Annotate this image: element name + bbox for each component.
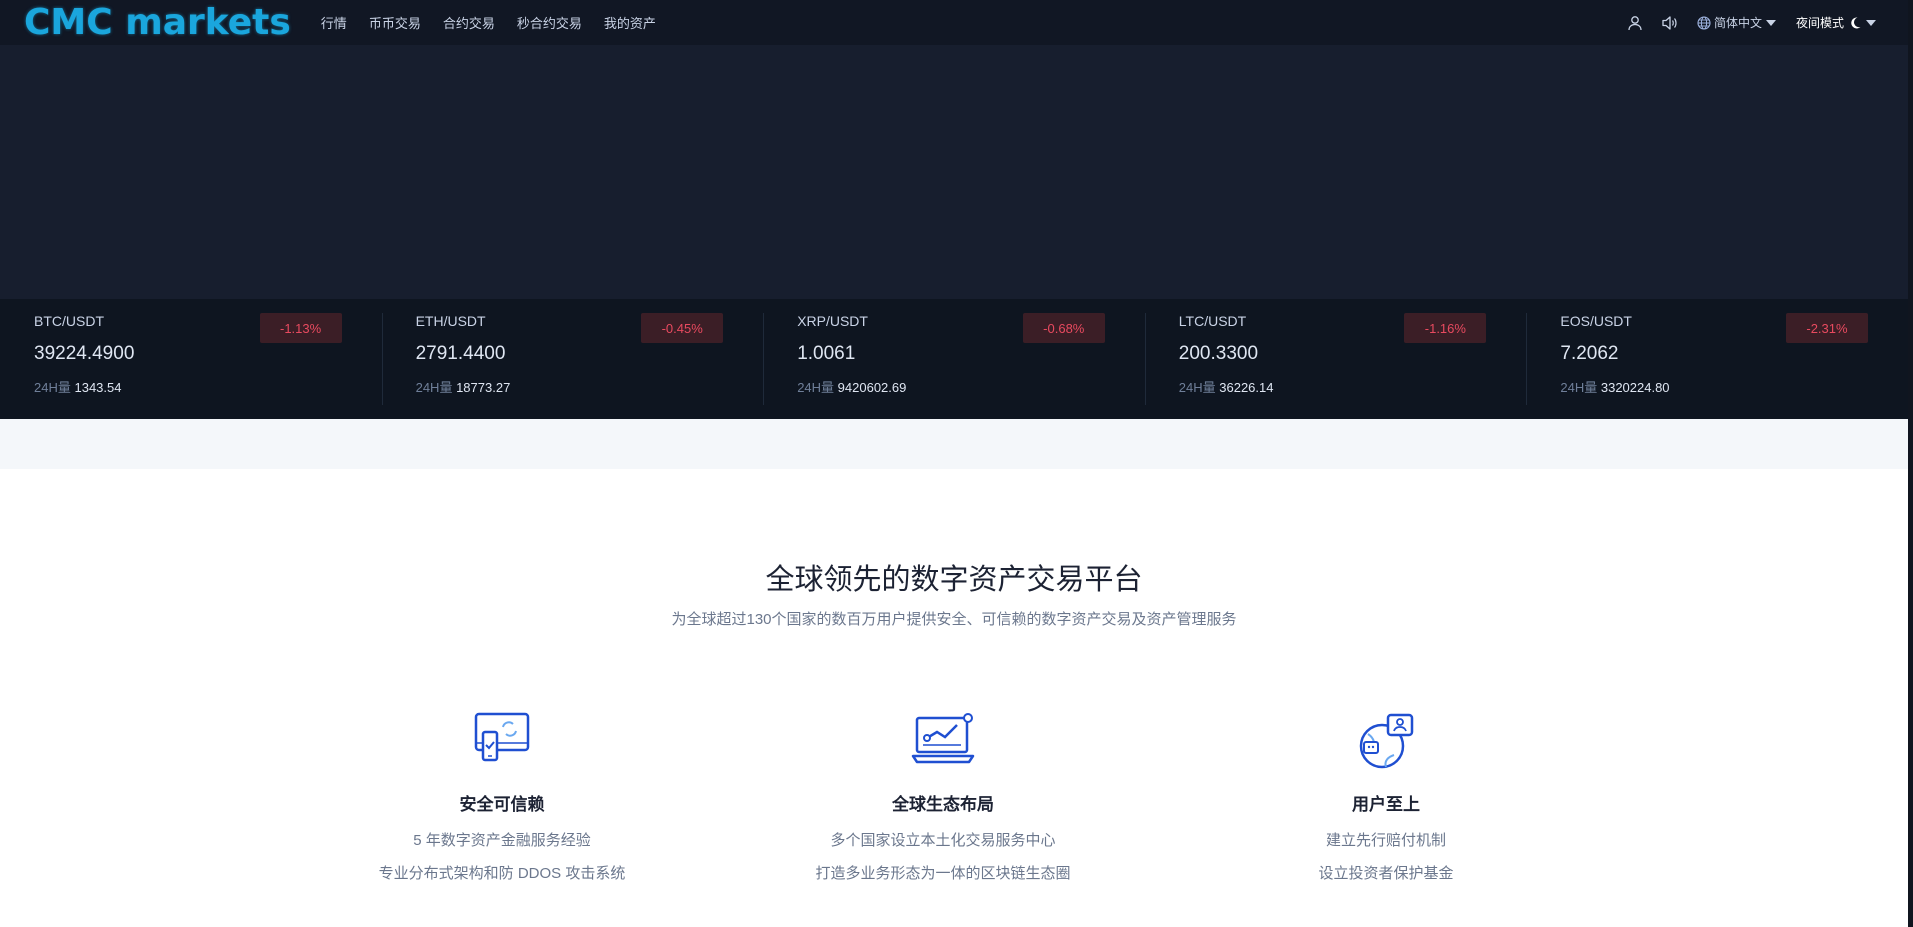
ticker-volume: 24H量 18773.27: [416, 377, 764, 396]
user-support-icon: [1206, 712, 1566, 770]
feature-line: 打造多业务形态为一体的区块链生态圈: [815, 865, 1071, 882]
night-mode-toggle[interactable]: 夜间模式: [1796, 14, 1876, 31]
header-actions: 简体中文 夜间模式: [1627, 0, 1876, 45]
nav-item-second-contract[interactable]: 秒合约交易: [517, 13, 582, 32]
ticker-price: 200.3300: [1178, 343, 1259, 364]
main-nav: 行情 币币交易 合约交易 秒合约交易 我的资产: [321, 13, 678, 32]
user-icon[interactable]: [1627, 15, 1643, 31]
market-ticker: BTC/USDT -1.13% 39224.4900 24H量 1343.54 …: [0, 299, 1908, 419]
feature-title: 用户至上: [1352, 795, 1420, 814]
change-badge: -1.16%: [1404, 313, 1487, 343]
feature-global: 全球生态布局 多个国家设立本土化交易服务中心 打造多业务形态为一体的区块链生态圈: [763, 712, 1123, 883]
chevron-down-icon: [1866, 19, 1876, 26]
chevron-down-icon: [1765, 19, 1776, 26]
ticker-card-btc[interactable]: BTC/USDT -1.13% 39224.4900 24H量 1343.54: [0, 299, 382, 419]
night-mode-label: 夜间模式: [1795, 16, 1844, 30]
language-selector[interactable]: 简体中文: [1697, 14, 1776, 31]
volume-label: 24H量: [415, 380, 453, 395]
ticker-price: 1.0061: [797, 343, 856, 364]
hero-banner: [0, 45, 1908, 299]
feature-secure: 安全可信赖 5 年数字资产金融服务经验 专业分布式架构和防 DDOS 攻击系统: [322, 712, 682, 883]
feature-line: 建立先行赔付机制: [1325, 832, 1446, 849]
volume-label: 24H量: [34, 380, 71, 395]
feature-line: 专业分布式架构和防 DDOS 攻击系统: [378, 865, 626, 882]
ticker-volume: 24H量 3320224.80: [1560, 377, 1908, 396]
ticker-volume: 24H量 36226.14: [1179, 377, 1527, 396]
feature-user-first: 用户至上 建立先行赔付机制 设立投资者保护基金: [1206, 712, 1566, 883]
nav-item-contract-trading[interactable]: 合约交易: [443, 13, 495, 32]
ticker-card-xrp[interactable]: XRP/USDT -0.68% 1.0061 24H量 9420602.69: [763, 299, 1145, 419]
volume-value: 1343.54: [74, 380, 122, 395]
feature-title: 全球生态布局: [892, 795, 994, 814]
ticker-price: 7.2062: [1560, 343, 1619, 364]
intro-title: 全球领先的数字资产交易平台: [765, 564, 1143, 596]
feature-line: 5 年数字资产金融服务经验: [413, 832, 591, 849]
top-navbar: CMC markets 行情 币币交易 合约交易 秒合约交易 我的资产 简体中文…: [0, 0, 1908, 45]
ticker-price: 39224.4900: [34, 343, 135, 364]
feature-title: 安全可信赖: [459, 795, 545, 814]
volume-value: 9420602.69: [837, 380, 907, 395]
nav-item-my-assets[interactable]: 我的资产: [604, 13, 656, 32]
ticker-volume: 24H量 9420602.69: [797, 377, 1145, 396]
volume-label: 24H量: [1178, 380, 1216, 395]
section-divider-band: [0, 419, 1908, 469]
ticker-card-eth[interactable]: ETH/USDT -0.45% 2791.4400 24H量 18773.27: [381, 299, 764, 419]
globe-icon: [1697, 15, 1711, 30]
feature-line: 多个国家设立本土化交易服务中心: [830, 832, 1056, 849]
logo[interactable]: CMC markets: [24, 0, 291, 45]
intro-subtitle: 为全球超过130个国家的数百万用户提供安全、可信赖的数字资产交易及资产管理服务: [671, 611, 1237, 628]
ticker-price: 2791.4400: [415, 343, 506, 364]
speaker-icon[interactable]: [1661, 15, 1679, 31]
change-badge: -0.45%: [641, 313, 724, 343]
volume-label: 24H量: [797, 380, 835, 395]
volume-label: 24H量: [1560, 380, 1598, 395]
feature-line: 设立投资者保护基金: [1318, 865, 1454, 882]
moon-icon: [1851, 16, 1861, 28]
volume-value: 36226.14: [1219, 380, 1274, 395]
scrollbar-track[interactable]: [1908, 0, 1913, 927]
ticker-card-eos[interactable]: EOS/USDT -2.31% 7.2062 24H量 3320224.80: [1526, 299, 1908, 419]
secure-device-icon: [322, 712, 682, 770]
change-badge: -0.68%: [1022, 313, 1105, 343]
page: CMC markets 行情 币币交易 合约交易 秒合约交易 我的资产 简体中文…: [0, 0, 1913, 927]
change-badge: -1.13%: [259, 313, 342, 343]
chart-laptop-icon: [763, 712, 1123, 770]
volume-value: 18773.27: [456, 380, 511, 395]
nav-item-market[interactable]: 行情: [321, 13, 347, 32]
nav-item-spot-trading[interactable]: 币币交易: [369, 13, 421, 32]
language-label: 简体中文: [1713, 16, 1762, 30]
change-badge: -2.31%: [1785, 313, 1868, 343]
ticker-card-ltc[interactable]: LTC/USDT -1.16% 200.3300 24H量 36226.14: [1144, 299, 1527, 419]
volume-value: 3320224.80: [1600, 380, 1670, 395]
ticker-volume: 24H量 1343.54: [34, 377, 382, 396]
